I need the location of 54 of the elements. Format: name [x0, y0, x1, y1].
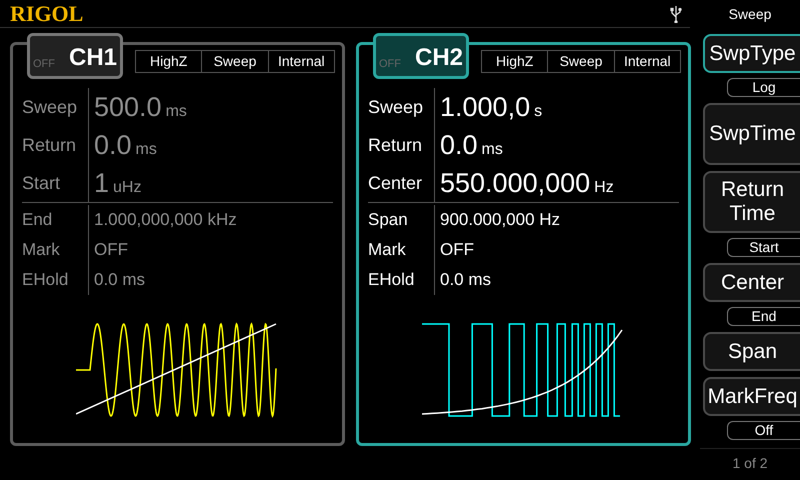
param-unit: s	[534, 104, 542, 120]
param-label: Return	[368, 134, 422, 156]
channel-name: CH1	[68, 46, 117, 70]
param-label: Center	[368, 172, 422, 194]
channel-tag: HighZ	[136, 51, 202, 72]
param-label: Sweep	[22, 96, 78, 119]
softkey[interactable]: MarkFreq	[703, 377, 800, 416]
softkey-value: Start	[727, 238, 800, 257]
param-value: 1.000,0	[440, 94, 530, 120]
param-label: Span	[368, 209, 408, 232]
param-value: 0.0	[440, 132, 478, 158]
channel-tag: HighZ	[482, 51, 548, 72]
brand-logo: RIGOL	[10, 2, 84, 24]
param-value: 900.000,000 Hz	[439, 209, 560, 232]
output-state: OFF	[33, 59, 55, 70]
param-value: 1	[94, 170, 110, 196]
softkey[interactable]: Span	[703, 332, 800, 371]
channel-tag: Internal	[268, 51, 334, 72]
channel-name: CH2	[414, 46, 463, 70]
softkey-value: End	[727, 307, 800, 326]
param-unit: ms	[166, 104, 187, 120]
param-label: Mark	[368, 239, 406, 262]
param-label: Return	[22, 134, 76, 156]
param-label: EHold	[22, 269, 68, 292]
param-value: 0.0 ms	[93, 269, 146, 292]
menu-title: Sweep	[728, 4, 772, 24]
param-label: End	[22, 209, 52, 232]
param-label: Sweep	[368, 96, 424, 119]
page-indicator: 1 of 2	[732, 454, 768, 473]
param-label: EHold	[368, 269, 414, 292]
param-unit: ms	[136, 142, 157, 158]
param-value: 1.000,000,000 kHz	[93, 209, 237, 232]
param-unit: ms	[482, 142, 503, 158]
channel-tag: Internal	[614, 51, 680, 72]
softkey[interactable]: Return Time	[703, 171, 800, 233]
channel-tag: Sweep	[201, 51, 268, 72]
output-state: OFF	[379, 59, 401, 70]
param-value: OFF	[439, 239, 474, 262]
usb-icon	[670, 4, 682, 22]
param-value: 550.000,000	[440, 170, 590, 196]
softkey[interactable]: Center	[703, 263, 800, 302]
softkey-value: Off	[727, 421, 800, 440]
channel-tag: Sweep	[547, 51, 614, 72]
softkey-value: Log	[727, 78, 800, 97]
softkey[interactable]: SwpType	[703, 34, 800, 73]
param-unit: uHz	[113, 180, 142, 196]
param-value: 0.0 ms	[439, 269, 492, 292]
param-label: Start	[22, 172, 60, 194]
param-value: 0.0	[94, 132, 132, 158]
softkey[interactable]: SwpTime	[703, 103, 800, 165]
param-unit: Hz	[594, 180, 614, 196]
param-value: 500.0	[94, 94, 162, 120]
param-value: OFF	[93, 239, 128, 262]
param-label: Mark	[22, 239, 60, 262]
